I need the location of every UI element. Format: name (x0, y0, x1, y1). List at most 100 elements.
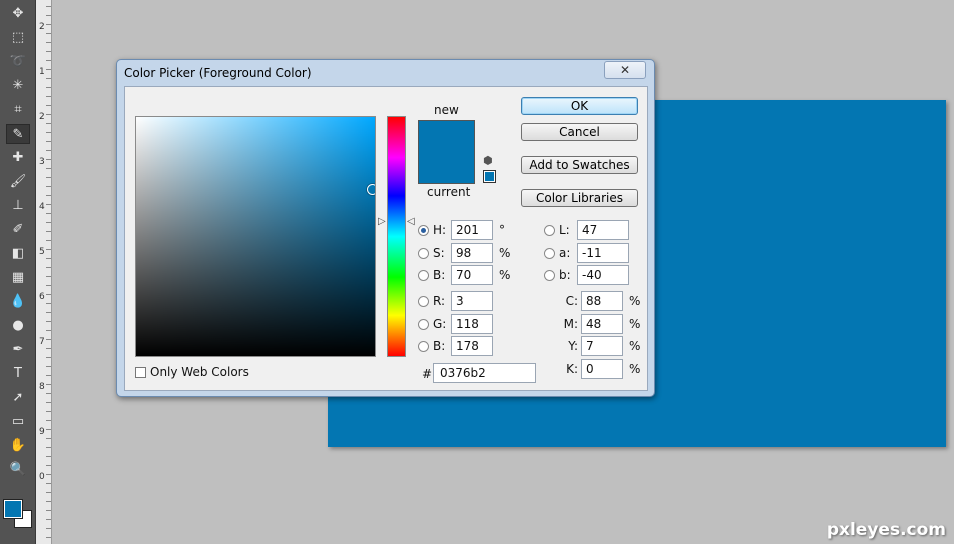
ruler-tick (46, 33, 51, 34)
ruler-tick (46, 438, 51, 439)
lab-b-radio[interactable] (544, 269, 555, 281)
close-button[interactable]: ✕ (604, 61, 646, 79)
lab-l-row: L: 47 (544, 220, 629, 240)
brightness-input[interactable]: 70 (451, 265, 493, 285)
ruler-tick (46, 258, 51, 259)
cyan-input[interactable]: 88 (581, 291, 623, 311)
web-safe-cube-icon[interactable]: ⬢ (483, 155, 493, 166)
dodge-icon[interactable]: ● (6, 316, 30, 336)
healing-brush-icon[interactable]: ✚ (6, 148, 30, 168)
green-input[interactable]: 118 (451, 314, 493, 334)
rectangle-icon[interactable]: ▭ (6, 412, 30, 432)
red-radio[interactable] (418, 295, 429, 307)
lab-l-input[interactable]: 47 (577, 220, 629, 240)
hue-label: H: (433, 223, 447, 237)
ruler-tick (46, 51, 51, 52)
eraser-icon[interactable]: ◧ (6, 244, 30, 264)
gamut-color-icon[interactable] (483, 170, 496, 183)
saturation-input[interactable]: 98 (451, 243, 493, 263)
foreground-color-swatch[interactable] (3, 499, 23, 519)
ruler-number: 8 (39, 382, 45, 392)
only-web-colors-checkbox[interactable]: Only Web Colors (135, 365, 249, 379)
lab-a-label: a: (559, 246, 571, 260)
hue-slider[interactable] (387, 116, 406, 357)
ruler-tick (46, 6, 51, 7)
ruler-tick (46, 420, 51, 421)
yellow-input[interactable]: 7 (581, 336, 623, 356)
clone-stamp-icon[interactable]: ⊥ (6, 196, 30, 216)
magic-wand-icon[interactable]: ✳ (6, 76, 30, 96)
move-icon[interactable]: ✥ (6, 4, 30, 24)
ruler-tick (46, 294, 51, 295)
gradient-icon[interactable]: ▦ (6, 268, 30, 288)
hue-slider-left-arrow-icon[interactable]: ▷ (378, 217, 386, 227)
lab-a-radio[interactable] (544, 247, 555, 259)
new-current-swatch (418, 120, 475, 184)
checkbox-box[interactable] (135, 366, 146, 378)
ruler-tick (46, 537, 51, 538)
marquee-icon[interactable]: ⬚ (6, 28, 30, 48)
ruler-tick (46, 375, 51, 376)
red-input[interactable]: 3 (451, 291, 493, 311)
blue-input[interactable]: 178 (451, 336, 493, 356)
brightness-row: B: 70 % (418, 265, 510, 285)
green-radio[interactable] (418, 318, 429, 330)
color-libraries-button[interactable]: Color Libraries (521, 189, 638, 207)
ruler-tick (46, 159, 51, 160)
ruler-tick (46, 366, 51, 367)
black-input[interactable]: 0 (581, 359, 623, 379)
hue-radio[interactable] (418, 224, 429, 236)
lab-l-radio[interactable] (544, 224, 555, 236)
yellow-row: Y: 7 % (559, 336, 640, 356)
ruler-tick (46, 510, 51, 511)
only-web-colors-label: Only Web Colors (150, 365, 249, 379)
ruler-tick (46, 195, 51, 196)
eyedropper-icon[interactable]: ✎ (6, 124, 30, 144)
current-color-swatch[interactable] (419, 152, 474, 183)
blue-radio[interactable] (418, 340, 429, 352)
ruler-tick (46, 105, 51, 106)
watermark: pxleyes.com (826, 520, 946, 540)
path-selection-icon[interactable]: ➚ (6, 388, 30, 408)
type-icon[interactable]: T (6, 364, 30, 384)
brightness-radio[interactable] (418, 269, 429, 281)
hex-input[interactable]: 0376b2 (433, 363, 536, 383)
crop-icon[interactable]: ⌗ (6, 100, 30, 120)
lab-a-input[interactable]: -11 (577, 243, 629, 263)
hue-row: H: 201 ° (418, 220, 509, 240)
color-field-cursor[interactable] (367, 184, 375, 196)
hue-input[interactable]: 201 (451, 220, 493, 240)
add-to-swatches-button[interactable]: Add to Swatches (521, 156, 638, 174)
ruler-tick (46, 186, 51, 187)
ruler-tick (46, 330, 51, 331)
history-brush-icon[interactable]: ✐ (6, 220, 30, 240)
vertical-ruler: 2 1 2 3 4 5 6 7 8 9 0 (36, 0, 52, 544)
ruler-tick (46, 168, 51, 169)
cyan-unit: % (629, 294, 641, 308)
saturation-radio[interactable] (418, 247, 429, 259)
ruler-tick (46, 69, 51, 70)
current-color-label: current (427, 185, 471, 199)
lab-b-input[interactable]: -40 (577, 265, 629, 285)
blur-icon[interactable]: 💧 (6, 292, 30, 312)
zoom-icon[interactable]: 🔍 (6, 460, 30, 480)
magenta-input[interactable]: 48 (581, 314, 623, 334)
ruler-tick (46, 384, 51, 385)
magenta-row: M: 48 % (559, 314, 640, 334)
ruler-tick (46, 222, 51, 223)
color-field[interactable] (135, 116, 376, 357)
black-row: K: 0 % (559, 359, 640, 379)
ok-button[interactable]: OK (521, 97, 638, 115)
ruler-tick (46, 249, 51, 250)
magenta-label: M: (563, 317, 578, 331)
hex-hash-label: # (422, 367, 433, 381)
blue-row: B: 178 (418, 336, 493, 356)
brush-icon[interactable]: 🖌 (6, 172, 30, 192)
hue-slider-right-arrow-icon[interactable]: ◁ (407, 217, 415, 227)
black-label: K: (566, 362, 578, 376)
cancel-button[interactable]: Cancel (521, 123, 638, 141)
pen-icon[interactable]: ✒ (6, 340, 30, 360)
lasso-icon[interactable]: ➰ (6, 52, 30, 72)
hand-icon[interactable]: ✋ (6, 436, 30, 456)
lab-b-label: b: (559, 268, 571, 282)
